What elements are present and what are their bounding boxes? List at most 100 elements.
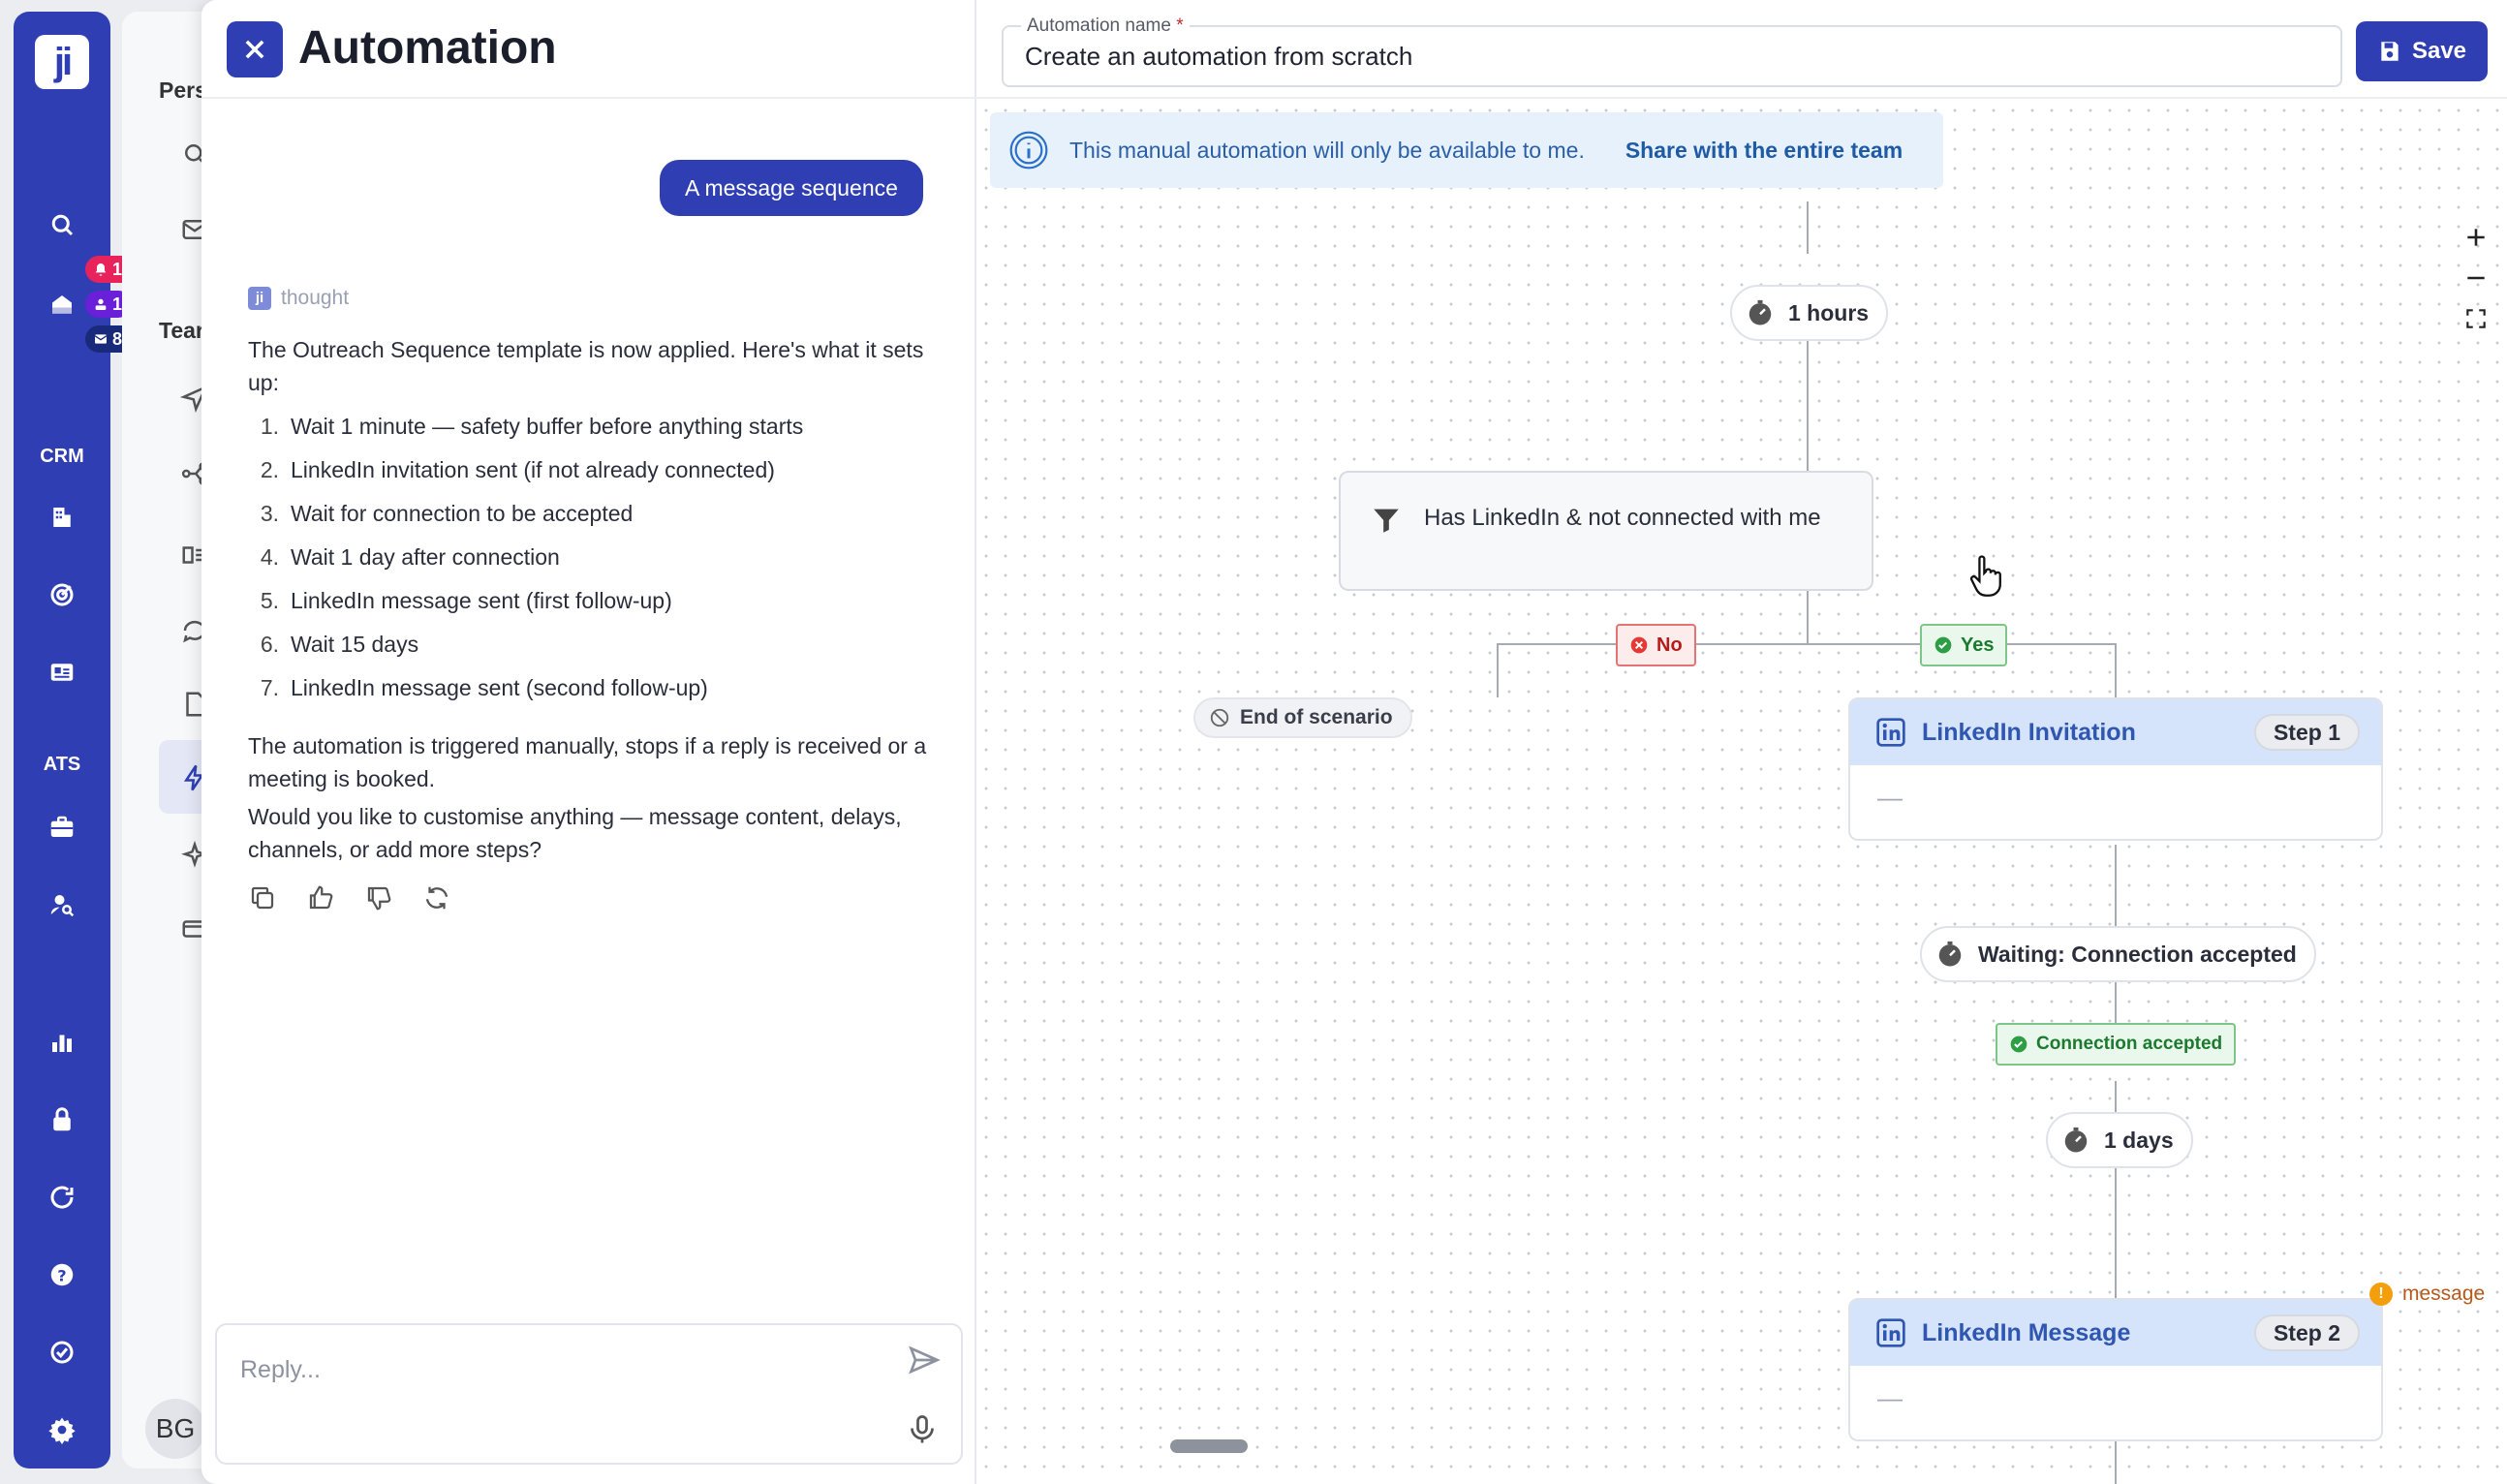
thumbs-down-icon[interactable]: [364, 883, 393, 912]
connection-accepted-tag[interactable]: Connection accepted: [1996, 1023, 2237, 1066]
connector-line: [1497, 643, 1499, 697]
save-button[interactable]: Save: [2356, 21, 2488, 81]
horizontal-scrollbar-handle[interactable]: [1170, 1439, 1248, 1453]
step-number-badge: Step 1: [2253, 714, 2360, 751]
check-circle-icon: [2010, 1036, 2027, 1053]
timer-icon: [1749, 299, 1772, 325]
step-body-placeholder: —: [1877, 783, 1903, 812]
end-of-scenario-node[interactable]: End of scenario: [1193, 697, 1412, 738]
assistant-logo-icon: ji: [248, 287, 271, 310]
x-circle-icon: [1630, 636, 1648, 654]
left-nav-rail: ji 14 1 86 CRM ATS ?: [14, 12, 142, 1469]
check-circle-icon: [1934, 636, 1952, 654]
page-title: Automation: [298, 22, 557, 74]
thumbs-up-icon[interactable]: [306, 883, 335, 912]
connector-line: [1807, 591, 1809, 645]
copy-icon[interactable]: [248, 883, 277, 912]
fit-view-icon[interactable]: [2455, 298, 2497, 339]
share-with-team-link[interactable]: Share with the entire team: [1625, 138, 1903, 164]
sequence-steps-list: 1. Wait 1 minute — safety buffer before a…: [248, 409, 945, 714]
linkedin-icon: [1875, 717, 1906, 748]
thought-label: thought: [281, 287, 350, 309]
list-item: 7. LinkedIn message sent (second follow-u…: [260, 675, 708, 700]
filter-funnel-icon: [1370, 504, 1403, 537]
assistant-chat-panel: Automation A message sequence ji thought…: [201, 0, 976, 1484]
app-logo[interactable]: ji: [35, 35, 89, 89]
search-icon[interactable]: [43, 205, 81, 244]
step-title: LinkedIn Message: [1922, 1318, 2131, 1346]
automation-name-field: Automation name *: [1002, 15, 2342, 87]
user-avatar[interactable]: BG: [145, 1399, 205, 1459]
step-card-linkedin-invitation[interactable]: LinkedIn Invitation Step 1 —: [1848, 697, 2383, 841]
condition-node[interactable]: Has LinkedIn & not connected with me: [1339, 471, 1873, 591]
automation-name-input[interactable]: [1025, 39, 2304, 74]
personal-section-label: Pers: [159, 77, 207, 103]
company-icon[interactable]: [43, 498, 81, 537]
zoom-out-icon[interactable]: [2455, 258, 2497, 298]
connector-line: [1807, 201, 1809, 254]
connector-line: [2115, 1438, 2117, 1484]
ats-section-label: ATS: [43, 754, 81, 775]
ban-icon: [1210, 708, 1229, 727]
info-banner: This manual automation will only be avai…: [990, 112, 1943, 188]
condition-text: Has LinkedIn & not connected with me: [1424, 505, 1821, 531]
linkedin-icon: [1875, 1317, 1906, 1348]
list-item: 2. LinkedIn invitation sent (if not alrea…: [260, 457, 775, 482]
branch-yes-tag[interactable]: Yes: [1920, 624, 2008, 666]
step-number-badge: Step 2: [2253, 1314, 2360, 1351]
team-section-label: Tear: [159, 318, 204, 343]
list-item: 3. Wait for connection to be accepted: [260, 501, 634, 526]
branch-no-tag[interactable]: No: [1616, 624, 1696, 666]
reply-input[interactable]: [240, 1350, 860, 1389]
svg-text:?: ?: [57, 1266, 66, 1284]
thought-toggle[interactable]: ji thought: [248, 287, 349, 310]
wait-node-1-hour[interactable]: 1 hours: [1730, 285, 1889, 341]
flow-canvas[interactable]: This manual automation will only be avai…: [976, 101, 2507, 1484]
step-body-placeholder: —: [1877, 1383, 1903, 1412]
lock-icon[interactable]: [43, 1100, 81, 1139]
zoom-controls: [2455, 217, 2497, 339]
timer-icon: [2064, 1127, 2088, 1153]
wait-node-1-day[interactable]: 1 days: [2046, 1112, 2193, 1168]
settings-gear-icon[interactable]: [43, 1410, 81, 1449]
list-item: 1. Wait 1 minute — safety buffer before a…: [260, 414, 804, 439]
target-icon[interactable]: [43, 575, 81, 614]
zoom-in-icon[interactable]: [2455, 217, 2497, 258]
analytics-icon[interactable]: [43, 1023, 81, 1062]
missing-message-warning[interactable]: ! message: [2369, 1283, 2485, 1306]
automation-topbar: Automation name * Save: [976, 0, 2507, 99]
briefcase-icon[interactable]: [43, 808, 81, 847]
waiting-connection-node[interactable]: Waiting: Connection accepted: [1920, 926, 2316, 982]
regenerate-icon[interactable]: [422, 883, 451, 912]
refresh-icon[interactable]: [43, 1178, 81, 1217]
contact-card-icon[interactable]: [43, 653, 81, 692]
list-item: 6. Wait 15 days: [260, 632, 419, 657]
assistant-intro-text: The Outreach Sequence template is now ap…: [248, 337, 924, 395]
close-button[interactable]: [227, 21, 283, 77]
timer-icon: [1938, 941, 1962, 967]
step-card-header: LinkedIn Message Step 2: [1850, 1300, 2381, 1366]
user-message-bubble: A message sequence: [660, 160, 923, 216]
step-title: LinkedIn Invitation: [1922, 718, 2136, 746]
hand-cursor-icon: [1966, 554, 2005, 599]
help-icon[interactable]: ?: [43, 1255, 81, 1294]
info-icon: [1009, 131, 1048, 170]
send-icon[interactable]: [907, 1343, 942, 1377]
candidate-search-icon[interactable]: [43, 885, 81, 924]
close-icon: [245, 40, 264, 59]
connector-line: [2115, 643, 2117, 701]
microphone-icon[interactable]: [905, 1410, 940, 1449]
info-text: This manual automation will only be avai…: [1069, 137, 1585, 163]
message-actions: [248, 883, 451, 912]
step-card-header: LinkedIn Invitation Step 1: [1850, 699, 2381, 765]
list-item: 4. Wait 1 day after connection: [260, 544, 560, 570]
inbox-icon[interactable]: [43, 286, 81, 325]
assistant-question-text: Would you like to customise anything — m…: [248, 804, 902, 862]
assistant-outro-text: The automation is triggered manually, st…: [248, 733, 927, 791]
list-item: 5. LinkedIn message sent (first follow-up…: [260, 588, 672, 613]
warning-icon: !: [2369, 1283, 2393, 1306]
save-label: Save: [2411, 38, 2467, 64]
save-icon: [2381, 42, 2399, 61]
support-icon[interactable]: [43, 1333, 81, 1372]
step-card-linkedin-message[interactable]: LinkedIn Message Step 2 —: [1848, 1298, 2383, 1441]
